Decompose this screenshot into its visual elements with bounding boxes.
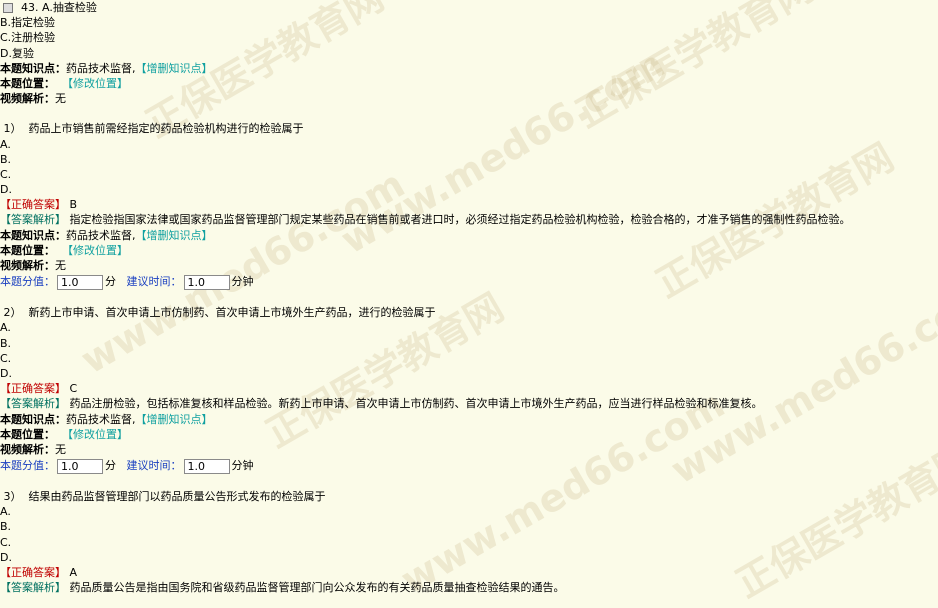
- analysis-row: 【答案解析】 药品注册检验，包括标准复核和样品检验。新药上市申请、首次申请上市仿…: [0, 396, 938, 411]
- sub-question-text: 药品上市销售前需经指定的药品检验机构进行的检验属于: [28, 122, 304, 136]
- edit-knowledge-link[interactable]: 【增删知识点】: [136, 62, 213, 75]
- time-input[interactable]: [183, 274, 230, 290]
- video-label: 视频解析：: [0, 92, 55, 106]
- knowledge-value: 药品技术监督,: [66, 61, 136, 75]
- score-time-row: 本题分值： 分 建议时间： 分钟: [0, 273, 938, 290]
- video-value: 无: [55, 92, 66, 106]
- knowledge-row: 本题知识点：药品技术监督,【增删知识点】: [0, 412, 938, 427]
- correct-answer-value: C: [69, 382, 78, 396]
- analysis-row: 【答案解析】 指定检验指国家法律或国家药品监督管理部门规定某些药品在销售前或者进…: [0, 212, 938, 227]
- question-list: 43. A.抽查检验 B.指定检验 C.注册检验 D.复验 本题知识点：药品技术…: [0, 0, 938, 595]
- option-d: D.: [0, 366, 12, 380]
- edit-knowledge-link[interactable]: 【增删知识点】: [136, 413, 213, 426]
- video-label: 视频解析：: [0, 442, 55, 456]
- knowledge-label: 本题知识点：: [0, 61, 66, 75]
- analysis-label: 【答案解析】: [0, 397, 66, 411]
- correct-answer-row: 【正确答案】 A: [0, 565, 938, 580]
- option-b: B.指定检验: [0, 16, 56, 30]
- knowledge-label: 本题知识点：: [0, 228, 66, 242]
- knowledge-row: 本题知识点：药品技术监督,【增删知识点】: [0, 61, 938, 76]
- option-c: C.: [0, 167, 12, 181]
- option-c: C.: [0, 351, 12, 365]
- sub-question-2: 2） 新药上市申请、首次申请上市仿制药、首次申请上市境外生产药品，进行的检验属于: [0, 305, 938, 320]
- analysis-label: 【答案解析】: [0, 213, 66, 227]
- score-time-row: 本题分值： 分 建议时间： 分钟: [0, 457, 938, 474]
- option-b: B.: [0, 336, 12, 350]
- option-a: A.: [0, 137, 11, 151]
- knowledge-label: 本题知识点：: [0, 412, 66, 426]
- sub-question-text: 新药上市申请、首次申请上市仿制药、首次申请上市境外生产药品，进行的检验属于: [28, 306, 436, 320]
- correct-answer-value: B: [69, 198, 78, 212]
- knowledge-row: 本题知识点：药品技术监督,【增删知识点】: [0, 228, 938, 243]
- time-label: 建议时间：: [126, 275, 182, 289]
- edit-position-link[interactable]: 【修改位置】: [62, 244, 128, 257]
- score-input[interactable]: [57, 274, 103, 290]
- edit-position-link[interactable]: 【修改位置】: [62, 428, 128, 441]
- video-row: 视频解析：无: [0, 442, 938, 457]
- option-d: D.复验: [0, 46, 34, 60]
- sub-question-number: 3）: [3, 490, 22, 504]
- position-label: 本题位置：: [0, 243, 55, 257]
- time-label: 建议时间：: [126, 459, 182, 473]
- option-d: D.: [0, 550, 12, 564]
- score-input[interactable]: [57, 458, 103, 474]
- video-label: 视频解析：: [0, 259, 55, 272]
- option-a: A.: [0, 505, 11, 519]
- time-unit: 分钟: [231, 275, 254, 289]
- correct-answer-label: 【正确答案】: [0, 198, 66, 212]
- knowledge-value: 药品技术监督,: [66, 412, 136, 426]
- analysis-text: 药品注册检验，包括标准复核和样品检验。新药上市申请、首次申请上市仿制药、首次申请…: [69, 397, 763, 411]
- option-a: A.抽查检验: [42, 1, 97, 14]
- time-input[interactable]: [183, 458, 230, 474]
- sub-question-3: 3） 结果由药品监督管理部门以药品质量公告形式发布的检验属于: [0, 489, 938, 504]
- video-row: 视频解析：无: [0, 91, 938, 106]
- score-unit: 分: [105, 275, 116, 289]
- position-row: 本题位置： 【修改位置】: [0, 243, 938, 258]
- question-checkbox[interactable]: [3, 3, 13, 13]
- video-value: 无: [55, 259, 66, 272]
- edit-position-link[interactable]: 【修改位置】: [62, 77, 128, 90]
- position-label: 本题位置：: [0, 76, 55, 90]
- question-43-header: 43. A.抽查检验: [0, 0, 938, 15]
- correct-answer-row: 【正确答案】 B: [0, 197, 938, 212]
- video-value: 无: [55, 442, 66, 456]
- option-d: D.: [0, 183, 12, 197]
- score-label: 本题分值：: [0, 459, 55, 473]
- sub-question-number: 1）: [3, 122, 22, 136]
- sub-question-1: 1） 药品上市销售前需经指定的药品检验机构进行的检验属于: [0, 121, 938, 136]
- option-a: A.: [0, 321, 11, 335]
- correct-answer-label: 【正确答案】: [0, 566, 66, 579]
- edit-knowledge-link[interactable]: 【增删知识点】: [136, 229, 213, 242]
- sub-question-number: 2）: [3, 306, 22, 320]
- option-c: C.: [0, 535, 12, 549]
- sub-question-text: 结果由药品监督管理部门以药品质量公告形式发布的检验属于: [28, 490, 326, 504]
- position-row: 本题位置： 【修改位置】: [0, 76, 938, 91]
- question-number: 43.: [21, 1, 39, 14]
- option-b: B.: [0, 520, 12, 534]
- position-label: 本题位置：: [0, 427, 55, 441]
- analysis-text: 指定检验指国家法律或国家药品监督管理部门规定某些药品在销售前或者进口时，必须经过…: [69, 213, 851, 227]
- score-label: 本题分值：: [0, 275, 55, 289]
- option-b: B.: [0, 152, 12, 166]
- time-unit: 分钟: [231, 459, 254, 473]
- knowledge-value: 药品技术监督,: [66, 228, 136, 242]
- correct-answer-value: A: [69, 566, 78, 579]
- video-row: 视频解析：无: [0, 258, 938, 273]
- correct-answer-row: 【正确答案】 C: [0, 381, 938, 396]
- option-c: C.注册检验: [0, 31, 56, 45]
- correct-answer-label: 【正确答案】: [0, 382, 66, 396]
- position-row: 本题位置： 【修改位置】: [0, 427, 938, 442]
- score-unit: 分: [105, 459, 116, 473]
